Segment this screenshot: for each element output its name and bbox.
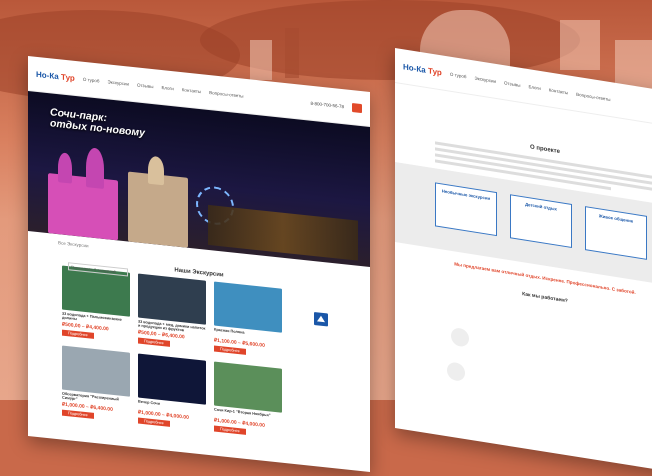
how-we-work-title: Как мы работаем? <box>522 291 568 305</box>
tour-card[interactable]: 33 водопада + мед, домики напиток и прод… <box>138 273 206 351</box>
tour-thumbnail[interactable] <box>62 345 130 397</box>
logo[interactable]: Но-Ка Тур <box>36 69 75 82</box>
more-button[interactable]: Подробнее <box>138 337 170 347</box>
nav-item-about[interactable]: О туроб <box>450 71 467 79</box>
nav-item-blog[interactable]: Блоги <box>528 84 540 91</box>
card-icon <box>451 326 469 348</box>
more-button[interactable]: Подробнее <box>214 345 246 355</box>
tour-card[interactable]: Вечер Сочи ₽1,000.00 – ₽4,000.00 Подробн… <box>138 353 206 431</box>
feature-box: Живое общение <box>585 206 647 260</box>
feature-box: Детский отдых <box>510 194 572 249</box>
nav-item-contacts[interactable]: Контакты <box>182 87 201 94</box>
nav-item-reviews[interactable]: Отзывы <box>137 82 153 89</box>
tours-page-mockup: Но-Ка Тур О туроб Экскурсии Отзывы Блоги… <box>28 56 370 472</box>
tour-card[interactable]: Сочи Кир-1 "Вторая Ноябрья" ₽1,000.00 – … <box>214 361 282 439</box>
nav-item-blog[interactable]: Блоги <box>161 85 173 91</box>
nav-item-contacts[interactable]: Контакты <box>549 87 568 95</box>
nav-item-reviews[interactable]: Отзывы <box>504 80 520 88</box>
hero-title: Сочи-парк: отдых по-новому <box>50 106 146 140</box>
nav-item-about[interactable]: О туроб <box>83 76 100 83</box>
tour-card[interactable]: Красная Поляна ₽1,100.00 – ₽5,600.00 Под… <box>214 281 282 359</box>
phone-number[interactable]: 8-800-700-56-78 <box>310 100 344 109</box>
logo-right[interactable]: Но-Ка Тур <box>403 62 442 77</box>
nav-item-tours[interactable]: Экскурсии <box>107 79 129 86</box>
tour-thumbnail[interactable] <box>214 281 282 333</box>
scroll-up-button[interactable] <box>314 312 328 327</box>
nav-item-faq[interactable]: Вопросы-ответы <box>576 91 610 101</box>
more-button[interactable]: Подробнее <box>62 329 94 339</box>
payment-icon <box>447 361 465 383</box>
nav-item-tours[interactable]: Экскурсии <box>474 75 496 83</box>
tours-grid: 33 водопада + Пальмовинзекие долины ₽500… <box>62 265 370 448</box>
tour-thumbnail[interactable] <box>138 273 206 325</box>
about-page-mockup: Но-Ка Тур О туроб Экскурсии Отзывы Блоги… <box>395 48 652 476</box>
tour-thumbnail[interactable] <box>138 353 206 405</box>
more-button[interactable]: Подробнее <box>138 417 170 427</box>
tour-card[interactable]: Обсерватория "Расширениый Симург" ₽1,000… <box>62 345 130 423</box>
more-button[interactable]: Подробнее <box>214 425 246 435</box>
more-button[interactable]: Подробнее <box>62 409 94 419</box>
nav-item-faq[interactable]: Вопросы-ответы <box>209 90 243 99</box>
tour-thumbnail[interactable] <box>214 361 282 413</box>
tour-card[interactable]: 33 водопада + Пальмовинзекие долины ₽500… <box>62 265 130 343</box>
cart-icon[interactable] <box>352 102 362 113</box>
feature-box: Необычные экскурсии <box>435 182 497 237</box>
